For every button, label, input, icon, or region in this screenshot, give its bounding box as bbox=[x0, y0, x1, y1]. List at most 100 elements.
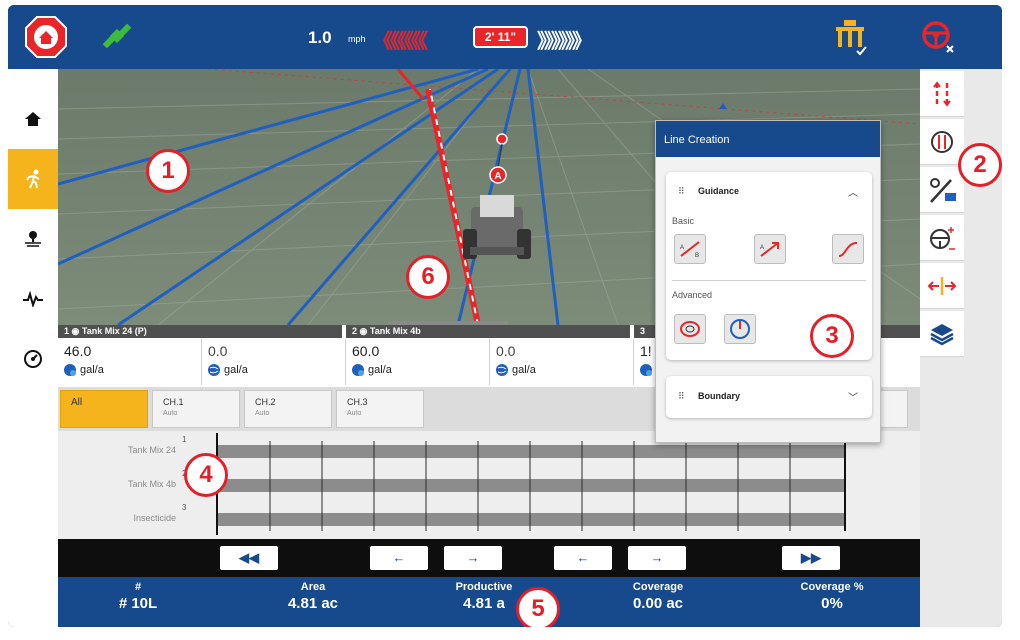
drag-handle-icon[interactable]: ⠿ bbox=[678, 186, 685, 197]
callout-3: 3 bbox=[810, 314, 854, 358]
steering-sensitivity-button[interactable] bbox=[920, 215, 964, 261]
home-stop-button[interactable] bbox=[24, 15, 68, 59]
boundary-card[interactable]: ⠿ Boundary ﹀ bbox=[666, 376, 872, 418]
shift-right-button[interactable]: → bbox=[628, 546, 686, 570]
pivot-line-button[interactable] bbox=[674, 314, 706, 344]
diagnostics-pulse-icon bbox=[23, 291, 43, 307]
steering-wheel-disabled-icon bbox=[922, 21, 954, 53]
guidance-lines-icon bbox=[933, 80, 951, 107]
product-2-actual-unit: gal/a bbox=[512, 364, 536, 376]
stat-label: Coverage bbox=[632, 581, 684, 593]
stat-area: Area 4.81 ac bbox=[233, 581, 393, 612]
guidance-section-title[interactable]: Guidance bbox=[698, 186, 739, 196]
tab-channel-3-mode: Auto bbox=[347, 410, 362, 417]
speed-value: 1.0 bbox=[308, 28, 332, 47]
circle-line-button[interactable] bbox=[724, 314, 756, 344]
globe-icon bbox=[208, 364, 220, 376]
rate-source-icon bbox=[352, 364, 364, 376]
home-stop-icon bbox=[25, 16, 67, 58]
stat-value: 4.81 ac bbox=[287, 595, 339, 612]
home-icon bbox=[25, 112, 41, 126]
a-plus-heading-icon: A bbox=[760, 242, 779, 257]
svg-text:B: B bbox=[695, 253, 699, 259]
stat-value: 0.00 ac bbox=[632, 595, 684, 612]
section-row-3-number: 3 bbox=[182, 503, 187, 512]
product-1-header[interactable]: 1 ◉ Tank Mix 24 (P) bbox=[58, 325, 342, 338]
callout-2: 2 bbox=[958, 143, 1002, 187]
product-1-actual: 0.0 gal/a bbox=[202, 339, 346, 385]
step-forward-button[interactable]: → bbox=[444, 546, 502, 570]
runner-icon bbox=[26, 169, 40, 189]
ab-straight-line-icon: AB bbox=[680, 241, 700, 259]
a-plus-heading-button[interactable]: A bbox=[754, 234, 786, 264]
drag-handle-icon[interactable]: ⠿ bbox=[678, 391, 685, 402]
step-back-button[interactable]: ← bbox=[370, 546, 428, 570]
product-2-target-unit: gal/a bbox=[368, 364, 392, 376]
line-creation-button[interactable] bbox=[920, 167, 964, 213]
curve-line-button[interactable] bbox=[832, 234, 864, 264]
product-3-target-value: 1! bbox=[640, 343, 652, 359]
callout-5: 5 bbox=[516, 587, 560, 627]
line-creation-icon bbox=[930, 177, 956, 203]
svg-text:A: A bbox=[760, 245, 764, 251]
cross-track-left-chevrons: 《《《《《《 bbox=[373, 31, 428, 53]
sidebar-home[interactable] bbox=[8, 89, 58, 149]
tab-channel-2[interactable]: CH.2 Auto bbox=[244, 390, 332, 428]
implement-status-button[interactable] bbox=[830, 17, 870, 57]
product-1-target-value: 46.0 bbox=[64, 343, 92, 359]
layers-button[interactable] bbox=[920, 311, 964, 357]
tab-channel-2-label: CH.2 bbox=[255, 397, 276, 407]
product-2-target[interactable]: 60.0 gal/a bbox=[346, 339, 490, 385]
product-1-target[interactable]: 46.0 gal/a bbox=[58, 339, 202, 385]
line-cycle-button[interactable] bbox=[920, 119, 964, 165]
boundary-section-title[interactable]: Boundary bbox=[698, 391, 740, 401]
chevron-down-icon[interactable]: ﹀ bbox=[848, 389, 858, 404]
point-a-marker: A bbox=[494, 171, 501, 182]
rate-source-icon bbox=[640, 364, 652, 376]
stat-label: Area bbox=[300, 581, 326, 593]
steering-sensitivity-icon bbox=[930, 226, 955, 250]
chevron-up-icon[interactable]: ︿ bbox=[848, 184, 858, 199]
fast-forward-button[interactable]: ▶▶ bbox=[782, 546, 840, 570]
tab-channel-1-mode: Auto bbox=[163, 410, 178, 417]
speed-unit: mph bbox=[348, 34, 366, 44]
rate-source-icon bbox=[64, 364, 76, 376]
product-2-header[interactable]: 2 ◉ Tank Mix 4b bbox=[346, 325, 630, 338]
sidebar-diagnostics[interactable] bbox=[8, 269, 58, 329]
stat-label: # bbox=[134, 581, 142, 593]
nudge-button[interactable] bbox=[920, 263, 964, 309]
display-frame: 1.0 mph 《《《《《《 2' 11" 》》》》》》 A 1 ◉ Tank … bbox=[8, 5, 1002, 627]
channel-overflow-tab[interactable] bbox=[878, 390, 908, 428]
field-stats-bar: # # 10L Area 4.81 ac Productive 4.81 a C… bbox=[58, 577, 920, 627]
product-1-target-unit: gal/a bbox=[80, 364, 104, 376]
playback-controls: ◀◀ ← → ← → ▶▶ bbox=[58, 539, 920, 577]
cross-track-offset-badge: 2' 11" bbox=[473, 26, 528, 48]
product-2-target-value: 60.0 bbox=[352, 343, 380, 359]
product-1-actual-value: 0.0 bbox=[208, 343, 228, 359]
autosteer-status-button[interactable] bbox=[920, 19, 956, 55]
tab-channel-1[interactable]: CH.1 Auto bbox=[152, 390, 240, 428]
tab-channel-3[interactable]: CH.3 Auto bbox=[336, 390, 424, 428]
sidebar-run-screen[interactable] bbox=[8, 149, 58, 209]
gps-satellite-icon[interactable] bbox=[100, 19, 134, 53]
section-row-1-label: Tank Mix 24 bbox=[127, 445, 176, 455]
globe-icon bbox=[496, 364, 508, 376]
cross-track-right-chevrons: 》》》》》》 bbox=[537, 31, 592, 53]
sidebar-field[interactable] bbox=[8, 209, 58, 269]
top-status-bar: 1.0 mph 《《《《《《 2' 11" 》》》》》》 bbox=[8, 5, 1002, 69]
tab-channel-1-label: CH.1 bbox=[163, 397, 184, 407]
guidance-lines-button[interactable] bbox=[920, 71, 964, 117]
line-creation-panel: Line Creation ⠿ Guidance ︿ Basic AB A Ad… bbox=[655, 120, 881, 443]
rewind-button[interactable]: ◀◀ bbox=[220, 546, 278, 570]
tab-all-channels[interactable]: All bbox=[60, 390, 148, 428]
stat-coverage: Coverage 0.00 ac bbox=[578, 581, 738, 612]
tab-all-label: All bbox=[71, 397, 83, 408]
ab-straight-line-button[interactable]: AB bbox=[674, 234, 706, 264]
field-pin-icon bbox=[25, 231, 41, 247]
sidebar-settings[interactable] bbox=[8, 329, 58, 389]
section-row-2-label: Tank Mix 4b bbox=[127, 479, 176, 489]
callout-1: 1 bbox=[146, 149, 190, 193]
tab-channel-2-mode: Auto bbox=[255, 410, 270, 417]
advanced-label: Advanced bbox=[672, 290, 713, 300]
shift-left-button[interactable]: ← bbox=[554, 546, 612, 570]
